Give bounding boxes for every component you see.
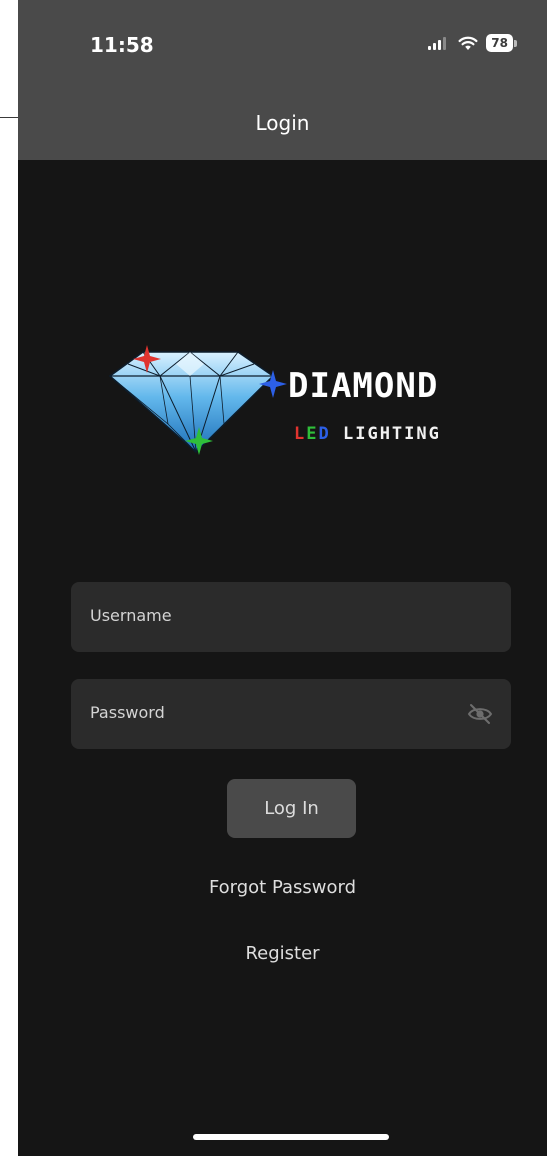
battery-icon: 78 xyxy=(486,34,517,52)
username-placeholder: Username xyxy=(90,606,172,625)
forgot-password-link[interactable]: Forgot Password xyxy=(18,877,547,898)
page-title: Login xyxy=(255,111,310,135)
left-edge-line xyxy=(0,117,18,118)
logo-letter-e: E xyxy=(306,424,319,444)
logo-lighting-text: LIGHTING xyxy=(330,424,441,444)
eye-slash-icon[interactable] xyxy=(466,700,494,728)
password-field[interactable]: Password xyxy=(71,679,511,749)
signal-icon xyxy=(428,37,447,50)
status-time: 11:58 xyxy=(90,33,154,57)
logo-letter-l: L xyxy=(294,424,307,444)
battery-tip xyxy=(514,39,517,47)
username-field[interactable]: Username xyxy=(71,582,511,652)
battery-level: 78 xyxy=(486,34,513,52)
password-placeholder: Password xyxy=(90,703,165,722)
status-icons: 78 xyxy=(428,34,517,52)
diamond-gem-icon xyxy=(108,351,275,454)
login-button[interactable]: Log In xyxy=(227,779,356,838)
header: 11:58 78 Login xyxy=(18,0,547,160)
logo-subtitle: LED LIGHTING xyxy=(294,424,441,444)
logo-wordmark: DIAMOND xyxy=(288,366,439,406)
logo-letter-d: D xyxy=(318,424,331,444)
wifi-icon xyxy=(458,36,478,50)
register-link[interactable]: Register xyxy=(18,943,547,964)
login-screen: 11:58 78 Login DIAMOND LED LIGHTING User… xyxy=(18,0,547,1156)
home-indicator xyxy=(193,1134,389,1140)
